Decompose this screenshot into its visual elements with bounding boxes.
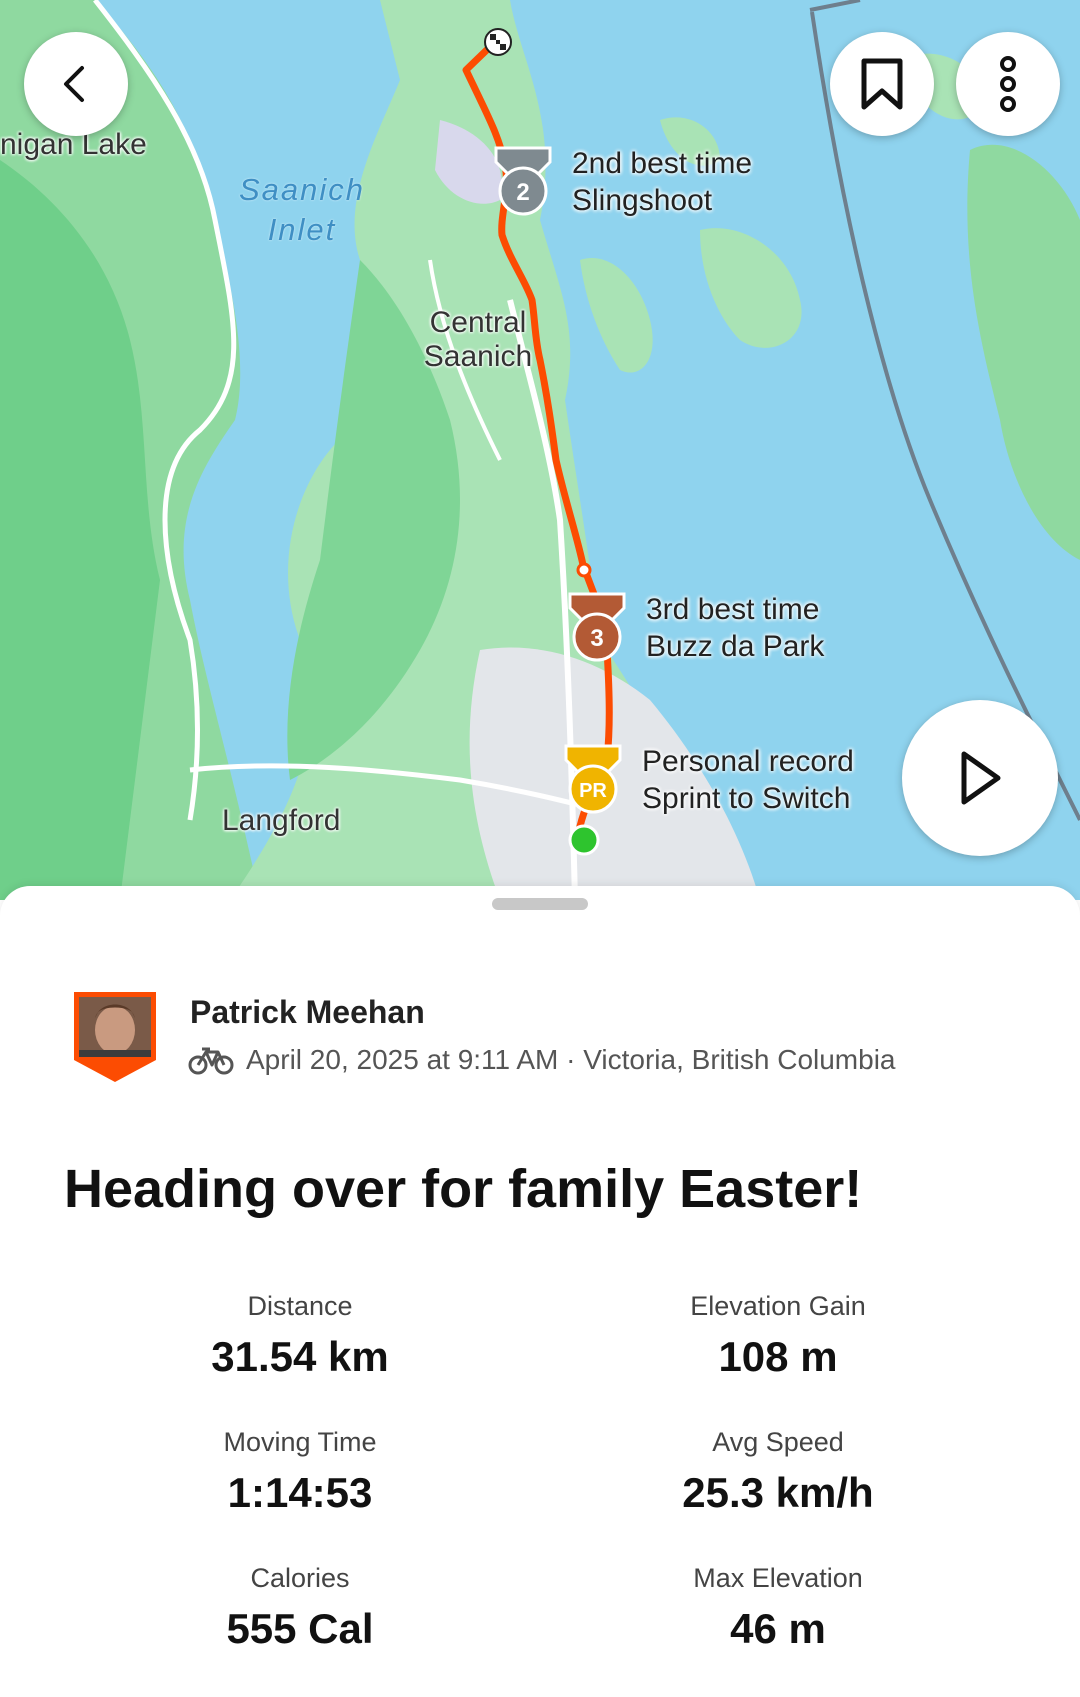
stat-moving-time: Moving Time 1:14:53 (60, 1426, 540, 1516)
segment-rank: Personal record (642, 745, 854, 778)
stat-label: Avg Speed (712, 1427, 844, 1457)
date-location: April 20, 2025 at 9:11 AM · Victoria, Br… (246, 1044, 896, 1075)
silver-medal-icon[interactable]: 2 (490, 146, 556, 223)
place-inlet: Saanich Inlet (238, 172, 366, 247)
place-central-saanich: Central Saanich (423, 306, 533, 373)
play-icon (961, 751, 1001, 805)
pr-medal-icon[interactable]: PR (560, 744, 626, 821)
route-map[interactable]: nigan Lake Saanich Inlet Central Saanich… (0, 0, 1080, 900)
segment-name: Buzz da Park (646, 630, 825, 663)
activity-title: Heading over for family Easter! (64, 1159, 863, 1219)
sheet-drag-handle[interactable] (492, 898, 588, 910)
stat-label: Moving Time (223, 1427, 377, 1457)
more-vertical-icon (1000, 56, 1016, 112)
stat-max-elevation: Max Elevation 46 m (538, 1562, 1018, 1652)
bronze-medal-icon[interactable]: 3 (564, 592, 630, 669)
avatar[interactable] (70, 988, 160, 1089)
stat-value: 46 m (730, 1605, 826, 1652)
stat-label: Distance (247, 1291, 353, 1321)
bookmark-button[interactable] (830, 32, 934, 136)
start-marker (568, 824, 600, 856)
stat-value: 1:14:53 (227, 1469, 373, 1516)
activity-meta: April 20, 2025 at 9:11 AM · Victoria, Br… (188, 1044, 896, 1076)
segment-rank: 3rd best time (646, 593, 820, 626)
stat-value: 31.54 km (211, 1333, 389, 1380)
athlete-name[interactable]: Patrick Meehan (190, 994, 425, 1031)
stat-distance: Distance 31.54 km (60, 1290, 540, 1380)
more-options-button[interactable] (956, 32, 1060, 136)
activity-sheet: Patrick Meehan April 20, 2025 at 9:11 AM… (0, 886, 1080, 1697)
play-flyover-button[interactable] (902, 700, 1058, 856)
segment-badge-text: 3 (590, 625, 603, 652)
bookmark-icon (861, 58, 903, 110)
segment-label-sprint-to-switch[interactable]: Personal record Sprint to Switch (642, 743, 854, 817)
segment-name: Slingshoot (572, 184, 713, 217)
segment-badge-text: PR (579, 780, 607, 802)
stat-avg-speed: Avg Speed 25.3 km/h (538, 1426, 1018, 1516)
place-langford: Langford (222, 804, 341, 837)
segment-badge-text: 2 (516, 179, 529, 206)
stat-label: Elevation Gain (690, 1291, 866, 1321)
segment-label-slingshoot[interactable]: 2nd best time Slingshoot (572, 145, 752, 219)
stat-value: 108 m (718, 1333, 838, 1380)
stat-label: Max Elevation (693, 1563, 863, 1593)
stat-elevation-gain: Elevation Gain 108 m (538, 1290, 1018, 1380)
segment-name: Sprint to Switch (642, 782, 851, 815)
bicycle-icon (188, 1047, 234, 1075)
stat-value: 25.3 km/h (682, 1469, 874, 1516)
back-button[interactable] (24, 32, 128, 136)
stat-calories: Calories 555 Cal (60, 1562, 540, 1652)
chevron-left-icon (64, 66, 84, 102)
segment-rank: 2nd best time (572, 147, 753, 180)
segment-label-buzz-da-park[interactable]: 3rd best time Buzz da Park (646, 591, 824, 665)
stat-value: 555 Cal (226, 1605, 374, 1652)
stat-label: Calories (250, 1563, 350, 1593)
